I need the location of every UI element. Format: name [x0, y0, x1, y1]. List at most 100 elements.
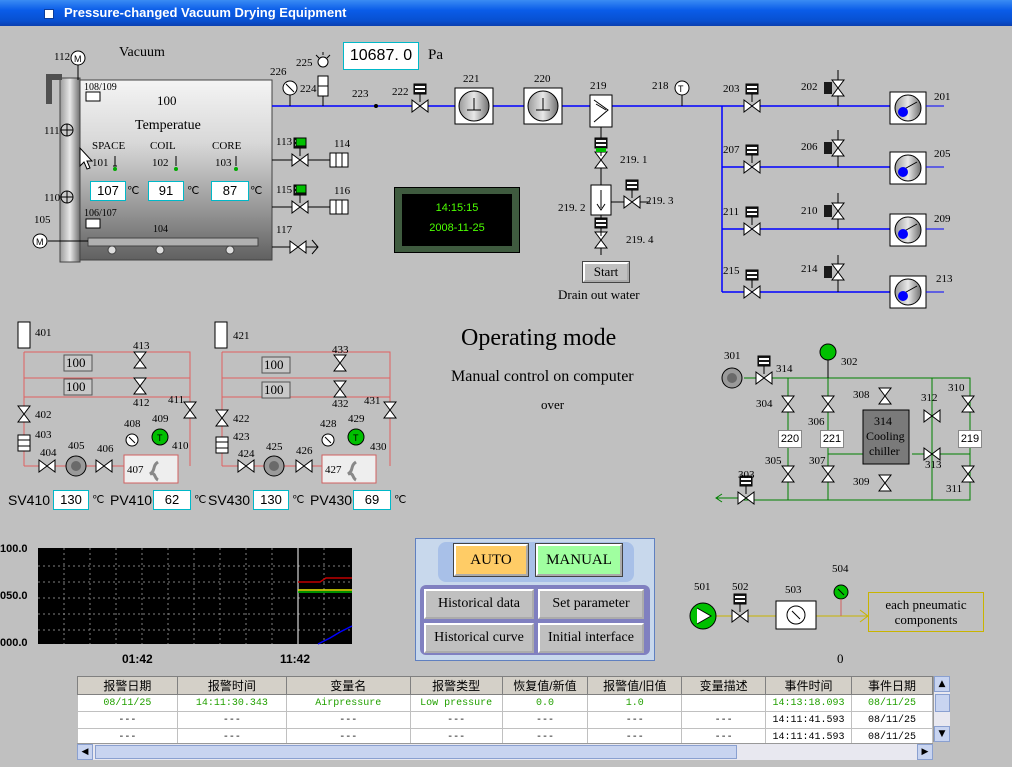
table-row[interactable]: 08/11/25 14:11:30.343 Airpressure Low pr… [77, 694, 933, 712]
col-event-date[interactable]: 事件日期 [851, 676, 933, 695]
tag-503: 503 [785, 584, 802, 596]
tag-106-107: 106/107 [84, 208, 117, 219]
scroll-down-icon[interactable]: ▼ [934, 726, 950, 742]
drain-caption: Drain out water [558, 287, 640, 302]
tag-219-4: 219. 4 [626, 234, 654, 246]
tag-308: 308 [853, 389, 870, 401]
cell: 14:11:41.593 [765, 711, 852, 729]
table-horizontal-scrollbar[interactable]: ◀ ▶ [77, 743, 933, 760]
pneumatic-box-line-2: components [894, 612, 958, 627]
cell: --- [285, 711, 411, 729]
tag-427: 427 [325, 464, 342, 476]
trend-y-bot: 000.0 [0, 637, 28, 649]
table-row[interactable]: --- --- --- --- --- --- --- 14:11:41.593… [77, 711, 933, 729]
col-description[interactable]: 变量描述 [681, 676, 767, 695]
tag-304: 304 [756, 398, 773, 410]
tag-433: 433 [332, 344, 349, 356]
scroll-right-icon[interactable]: ▶ [917, 744, 933, 760]
tag-421: 421 [233, 330, 250, 342]
tag-423: 423 [233, 431, 250, 443]
cell: --- [409, 711, 503, 729]
cell: --- [176, 711, 287, 729]
clock-time: 14:15:15 [435, 202, 479, 214]
tag-108-109: 108/109 [84, 82, 117, 93]
col-new-value[interactable]: 恢复值/新值 [501, 676, 589, 695]
tag-203: 203 [723, 83, 740, 95]
tag-215: 215 [723, 265, 740, 277]
svg-text:M: M [36, 237, 44, 247]
auto-button[interactable]: AUTO [453, 543, 529, 577]
tag-210: 210 [801, 205, 818, 217]
scroll-up-icon[interactable]: ▲ [934, 676, 950, 692]
pv410-label: PV410 [110, 492, 153, 508]
chiller-line-1: Cooling [866, 429, 905, 443]
tag-301: 301 [724, 350, 741, 362]
initial-interface-button[interactable]: Initial interface [538, 623, 644, 653]
temperature-label: Temperatue [135, 118, 201, 133]
cell: --- [587, 711, 683, 729]
tag-313: 313 [925, 459, 942, 471]
tag-501: 501 [694, 581, 711, 593]
tag-425: 425 [266, 441, 283, 453]
sv410-label: SV410 [8, 492, 51, 508]
cooling-box-219: 219 [958, 430, 982, 448]
digital-clock: 14:15:15 2008-11-25 [394, 187, 520, 253]
col-alarm-time[interactable]: 报警时间 [176, 676, 287, 695]
tag-226: 226 [270, 66, 287, 78]
sv430-label: SV430 [208, 492, 251, 508]
historical-curve-button[interactable]: Historical curve [424, 623, 534, 653]
svg-text:T: T [678, 84, 684, 94]
col-variable-name[interactable]: 变量名 [285, 676, 411, 695]
core-id: 103 [215, 157, 232, 169]
operating-mode-title: Operating mode [461, 325, 617, 351]
tag-409: 409 [152, 413, 169, 425]
tag-113: 113 [276, 136, 293, 148]
tag-202: 202 [801, 81, 818, 93]
tag-207: 207 [723, 144, 740, 156]
tag-404: 404 [40, 447, 57, 459]
scroll-left-icon[interactable]: ◀ [77, 744, 93, 760]
sv410-unit: ℃ [92, 494, 105, 506]
tag-412: 412 [133, 397, 150, 409]
tag-413: 413 [133, 340, 150, 352]
tag-223: 223 [352, 88, 369, 100]
pneumatic-components-box: each pneumatic components [868, 592, 984, 632]
tag-219-1: 219. 1 [620, 154, 648, 166]
tag-201: 201 [934, 91, 951, 103]
drain-start-button[interactable]: Start [582, 261, 630, 283]
cell: --- [501, 711, 589, 729]
tag-219-2: 219. 2 [558, 202, 586, 214]
tag-402: 402 [35, 409, 52, 421]
pressure-value: 10687. 0 [343, 42, 419, 70]
pv430-unit: ℃ [394, 494, 407, 506]
operating-mode-status: over [541, 397, 565, 412]
col-alarm-type[interactable]: 报警类型 [409, 676, 503, 695]
cooling-box-221: 221 [820, 430, 844, 448]
cell [681, 694, 767, 712]
tag-306: 306 [808, 416, 825, 428]
manual-button[interactable]: MANUAL [535, 543, 623, 577]
tag-406: 406 [97, 443, 114, 455]
historical-data-button[interactable]: Historical data [424, 589, 534, 619]
tag-408: 408 [124, 418, 141, 430]
tag-426: 426 [296, 445, 313, 457]
tag-211: 211 [723, 206, 740, 218]
table-vertical-scrollbar[interactable]: ▲ ▼ [933, 676, 950, 742]
tag-115: 115 [276, 184, 293, 196]
space-temp-value: 107 [90, 181, 126, 201]
vacuum-label: Vacuum [119, 45, 165, 60]
pneumatic-box-line-1: each pneumatic [885, 597, 967, 612]
tag-303: 303 [738, 469, 755, 481]
col-event-time[interactable]: 事件时间 [765, 676, 852, 695]
col-old-value[interactable]: 报警值/旧值 [587, 676, 683, 695]
set-parameter-button[interactable]: Set parameter [538, 589, 644, 619]
tag-205: 205 [934, 148, 951, 160]
tag-424: 424 [238, 448, 255, 460]
tag-430: 430 [370, 441, 387, 453]
tag-504: 504 [832, 563, 849, 575]
col-alarm-date[interactable]: 报警日期 [77, 676, 178, 695]
tag-401: 401 [35, 327, 52, 339]
alarm-event-table: 报警日期 报警时间 变量名 报警类型 恢复值/新值 报警值/旧值 变量描述 事件… [77, 676, 933, 746]
trend-y-mid: 050.0 [0, 590, 28, 602]
svg-text:M: M [74, 54, 82, 64]
